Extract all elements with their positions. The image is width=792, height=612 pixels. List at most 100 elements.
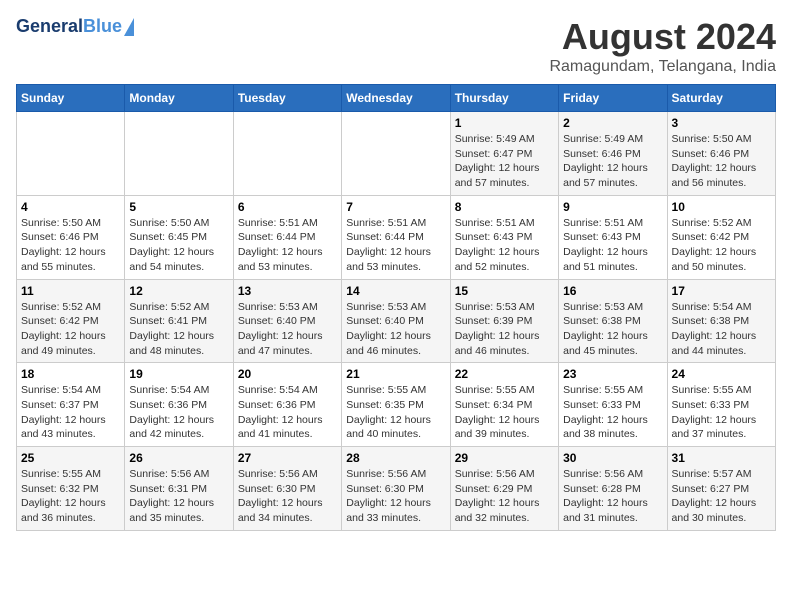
day-number: 13 <box>238 284 337 298</box>
day-number: 16 <box>563 284 662 298</box>
day-cell-0 <box>17 112 125 196</box>
day-number: 28 <box>346 451 445 465</box>
day-info: Sunrise: 5:56 AM Sunset: 6:29 PM Dayligh… <box>455 467 554 526</box>
day-info: Sunrise: 5:50 AM Sunset: 6:46 PM Dayligh… <box>672 132 771 191</box>
logo-general: General <box>16 16 83 37</box>
day-number: 30 <box>563 451 662 465</box>
day-cell-25: 22 Sunrise: 5:55 AM Sunset: 6:34 PM Dayli… <box>450 363 558 447</box>
day-info: Sunrise: 5:55 AM Sunset: 6:32 PM Dayligh… <box>21 467 120 526</box>
week-row-2: 4 Sunrise: 5:50 AM Sunset: 6:46 PM Daylig… <box>17 195 776 279</box>
day-cell-29: 26Sunrise: 5:56 AM Sunset: 6:31 PM Dayli… <box>125 447 233 531</box>
day-info: Sunrise: 5:54 AM Sunset: 6:38 PM Dayligh… <box>672 300 771 359</box>
month-title: August 2024 <box>549 16 776 58</box>
day-info: Sunrise: 5:51 AM Sunset: 6:44 PM Dayligh… <box>346 216 445 275</box>
day-cell-4: 1Sunrise: 5:49 AM Sunset: 6:47 PM Daylig… <box>450 112 558 196</box>
day-number: 31 <box>672 451 771 465</box>
day-info: Sunrise: 5:55 AM Sunset: 6:35 PM Dayligh… <box>346 383 445 442</box>
day-cell-5: 2 Sunrise: 5:49 AM Sunset: 6:46 PM Daylig… <box>559 112 667 196</box>
day-info: Sunrise: 5:51 AM Sunset: 6:44 PM Dayligh… <box>238 216 337 275</box>
day-number: 21 <box>346 367 445 381</box>
day-number: 2 <box>563 116 662 130</box>
day-cell-12: 9 Sunrise: 5:51 AM Sunset: 6:43 PM Daylig… <box>559 195 667 279</box>
day-cell-23: 20Sunrise: 5:54 AM Sunset: 6:36 PM Dayli… <box>233 363 341 447</box>
day-info: Sunrise: 5:56 AM Sunset: 6:30 PM Dayligh… <box>238 467 337 526</box>
day-number: 29 <box>455 451 554 465</box>
day-cell-27: 24 Sunrise: 5:55 AM Sunset: 6:33 PM Dayli… <box>667 363 775 447</box>
week-row-5: 25 Sunrise: 5:55 AM Sunset: 6:32 PM Dayli… <box>17 447 776 531</box>
logo-text: GeneralBlue <box>16 16 134 37</box>
weekday-header-sunday: Sunday <box>17 85 125 112</box>
calendar-table: SundayMondayTuesdayWednesdayThursdayFrid… <box>16 84 776 531</box>
day-number: 19 <box>129 367 228 381</box>
logo-triangle-icon <box>124 18 134 36</box>
title-area: August 2024 Ramagundam, Telangana, India <box>549 16 776 76</box>
day-number: 8 <box>455 200 554 214</box>
day-cell-21: 18Sunrise: 5:54 AM Sunset: 6:37 PM Dayli… <box>17 363 125 447</box>
day-number: 14 <box>346 284 445 298</box>
day-number: 15 <box>455 284 554 298</box>
day-cell-6: 3Sunrise: 5:50 AM Sunset: 6:46 PM Daylig… <box>667 112 775 196</box>
weekday-header-tuesday: Tuesday <box>233 85 341 112</box>
day-info: Sunrise: 5:55 AM Sunset: 6:34 PM Dayligh… <box>455 383 554 442</box>
day-info: Sunrise: 5:54 AM Sunset: 6:36 PM Dayligh… <box>129 383 228 442</box>
day-number: 18 <box>21 367 120 381</box>
day-number: 7 <box>346 200 445 214</box>
day-info: Sunrise: 5:52 AM Sunset: 6:42 PM Dayligh… <box>21 300 120 359</box>
day-info: Sunrise: 5:53 AM Sunset: 6:39 PM Dayligh… <box>455 300 554 359</box>
day-info: Sunrise: 5:52 AM Sunset: 6:42 PM Dayligh… <box>672 216 771 275</box>
weekday-header-wednesday: Wednesday <box>342 85 450 112</box>
weekday-header-saturday: Saturday <box>667 85 775 112</box>
day-cell-10: 7 Sunrise: 5:51 AM Sunset: 6:44 PM Daylig… <box>342 195 450 279</box>
week-row-4: 18Sunrise: 5:54 AM Sunset: 6:37 PM Dayli… <box>17 363 776 447</box>
logo: GeneralBlue <box>16 16 134 37</box>
day-cell-8: 5 Sunrise: 5:50 AM Sunset: 6:45 PM Daylig… <box>125 195 233 279</box>
day-number: 4 <box>21 200 120 214</box>
day-cell-28: 25 Sunrise: 5:55 AM Sunset: 6:32 PM Dayli… <box>17 447 125 531</box>
day-cell-15: 12Sunrise: 5:52 AM Sunset: 6:41 PM Dayli… <box>125 279 233 363</box>
weekday-header-monday: Monday <box>125 85 233 112</box>
day-number: 27 <box>238 451 337 465</box>
day-number: 23 <box>563 367 662 381</box>
weekday-header-friday: Friday <box>559 85 667 112</box>
day-cell-34: 31Sunrise: 5:57 AM Sunset: 6:27 PM Dayli… <box>667 447 775 531</box>
day-number: 9 <box>563 200 662 214</box>
day-cell-14: 11Sunrise: 5:52 AM Sunset: 6:42 PM Dayli… <box>17 279 125 363</box>
day-info: Sunrise: 5:56 AM Sunset: 6:31 PM Dayligh… <box>129 467 228 526</box>
day-info: Sunrise: 5:49 AM Sunset: 6:47 PM Dayligh… <box>455 132 554 191</box>
week-row-3: 11Sunrise: 5:52 AM Sunset: 6:42 PM Dayli… <box>17 279 776 363</box>
day-number: 24 <box>672 367 771 381</box>
day-info: Sunrise: 5:56 AM Sunset: 6:30 PM Dayligh… <box>346 467 445 526</box>
day-number: 12 <box>129 284 228 298</box>
day-cell-22: 19 Sunrise: 5:54 AM Sunset: 6:36 PM Dayli… <box>125 363 233 447</box>
day-cell-31: 28 Sunrise: 5:56 AM Sunset: 6:30 PM Dayli… <box>342 447 450 531</box>
day-info: Sunrise: 5:49 AM Sunset: 6:46 PM Dayligh… <box>563 132 662 191</box>
header-row: SundayMondayTuesdayWednesdayThursdayFrid… <box>17 85 776 112</box>
day-number: 5 <box>129 200 228 214</box>
day-info: Sunrise: 5:53 AM Sunset: 6:38 PM Dayligh… <box>563 300 662 359</box>
day-number: 10 <box>672 200 771 214</box>
location-subtitle: Ramagundam, Telangana, India <box>549 58 776 76</box>
day-info: Sunrise: 5:53 AM Sunset: 6:40 PM Dayligh… <box>346 300 445 359</box>
week-row-1: 1Sunrise: 5:49 AM Sunset: 6:47 PM Daylig… <box>17 112 776 196</box>
day-number: 6 <box>238 200 337 214</box>
day-cell-3 <box>342 112 450 196</box>
day-info: Sunrise: 5:55 AM Sunset: 6:33 PM Dayligh… <box>672 383 771 442</box>
day-number: 22 <box>455 367 554 381</box>
day-cell-33: 30Sunrise: 5:56 AM Sunset: 6:28 PM Dayli… <box>559 447 667 531</box>
page-header: GeneralBlue August 2024 Ramagundam, Tela… <box>16 16 776 76</box>
day-cell-20: 17Sunrise: 5:54 AM Sunset: 6:38 PM Dayli… <box>667 279 775 363</box>
day-info: Sunrise: 5:51 AM Sunset: 6:43 PM Dayligh… <box>563 216 662 275</box>
day-info: Sunrise: 5:50 AM Sunset: 6:45 PM Dayligh… <box>129 216 228 275</box>
logo-blue: Blue <box>83 16 122 37</box>
day-info: Sunrise: 5:50 AM Sunset: 6:46 PM Dayligh… <box>21 216 120 275</box>
day-cell-17: 14 Sunrise: 5:53 AM Sunset: 6:40 PM Dayli… <box>342 279 450 363</box>
day-info: Sunrise: 5:51 AM Sunset: 6:43 PM Dayligh… <box>455 216 554 275</box>
day-cell-19: 16 Sunrise: 5:53 AM Sunset: 6:38 PM Dayli… <box>559 279 667 363</box>
day-cell-26: 23Sunrise: 5:55 AM Sunset: 6:33 PM Dayli… <box>559 363 667 447</box>
day-number: 25 <box>21 451 120 465</box>
day-cell-24: 21 Sunrise: 5:55 AM Sunset: 6:35 PM Dayli… <box>342 363 450 447</box>
day-cell-18: 15 Sunrise: 5:53 AM Sunset: 6:39 PM Dayli… <box>450 279 558 363</box>
day-cell-32: 29 Sunrise: 5:56 AM Sunset: 6:29 PM Dayli… <box>450 447 558 531</box>
day-cell-1 <box>125 112 233 196</box>
day-cell-16: 13Sunrise: 5:53 AM Sunset: 6:40 PM Dayli… <box>233 279 341 363</box>
